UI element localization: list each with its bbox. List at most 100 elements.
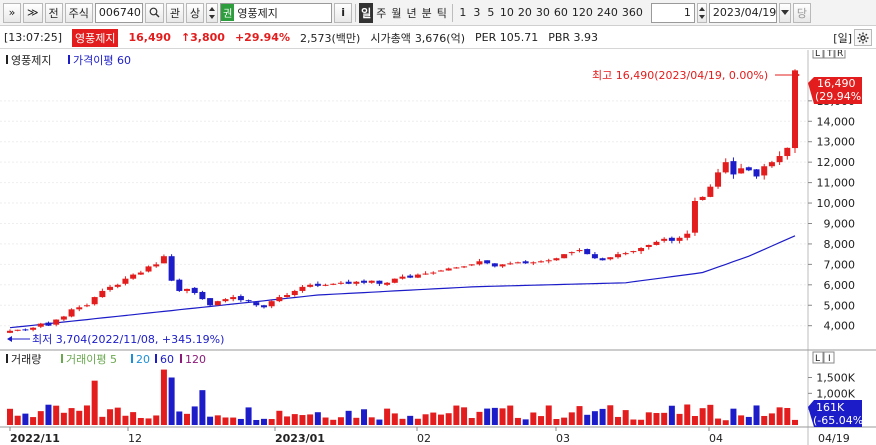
period-tab-5[interactable]: 틱 <box>435 3 449 23</box>
volume-bar <box>22 413 29 425</box>
jeon-button[interactable]: 전 <box>44 2 63 23</box>
volume-bar <box>614 416 621 425</box>
candle-body <box>607 257 614 260</box>
candle-body <box>384 282 391 285</box>
sang-button[interactable]: 상 <box>186 2 205 23</box>
volume-bar <box>353 417 360 425</box>
volume-bar <box>792 419 798 425</box>
period-tab-0[interactable]: 일 <box>359 2 374 23</box>
candle-body <box>445 268 452 271</box>
settings-button[interactable] <box>854 29 872 46</box>
candle-body <box>330 283 337 285</box>
candle-body <box>276 297 283 302</box>
candle-body <box>53 319 60 325</box>
market-select[interactable]: 주식 <box>64 2 93 23</box>
interval-0[interactable]: 1 <box>456 3 470 23</box>
interval-3[interactable]: 10 <box>498 3 516 23</box>
interval-4[interactable]: 20 <box>516 3 534 23</box>
nav-menu-button[interactable]: ≫ <box>23 2 43 23</box>
volume-bar <box>83 405 90 425</box>
volume-bar <box>684 404 691 425</box>
volume-bar <box>514 417 521 425</box>
date-input[interactable]: 2023/04/19 <box>708 2 777 23</box>
toolbar-divider <box>451 3 453 22</box>
volume-bar <box>314 412 321 425</box>
count-input[interactable]: 1 <box>650 2 695 23</box>
candle-body <box>153 264 160 267</box>
candle-body <box>491 263 498 267</box>
period-tab-3[interactable]: 년 <box>405 3 419 23</box>
volume-tick-label: 1,500K <box>816 372 855 385</box>
volume-bar <box>391 413 398 425</box>
candle-body <box>14 329 21 331</box>
info-button[interactable]: i <box>334 2 353 23</box>
interval-7[interactable]: 120 <box>570 3 595 23</box>
dang-button[interactable]: 당 <box>792 2 812 23</box>
volume-bar <box>568 412 575 425</box>
volume-ltr-buttons[interactable]: L I <box>812 351 835 364</box>
candle-body <box>776 156 783 163</box>
volume-bar <box>476 411 483 425</box>
price-ltr-buttons[interactable]: L T R <box>812 50 846 59</box>
toolbar: » ≫ 전 주식 006740 관 상 권 영풍제지 i 일주월년분틱 1351… <box>0 0 876 26</box>
volume-bar <box>168 377 175 425</box>
stock-chart[interactable]: 4,000 5,000 6,000 7,000 8,000 9,000 10,000 11,0… <box>0 50 876 445</box>
volume-bar <box>553 419 560 425</box>
volume-bar <box>68 408 75 425</box>
interval-5[interactable]: 30 <box>534 3 552 23</box>
period-tab-1[interactable]: 주 <box>374 3 388 23</box>
candle-body <box>630 251 637 253</box>
gwan-button[interactable]: 관 <box>165 2 185 23</box>
period-tab-4[interactable]: 분 <box>420 3 434 23</box>
quote-market-cap-label: 시가총액 <box>370 31 411 45</box>
volume-bar <box>715 418 722 425</box>
volume-bar <box>207 416 214 425</box>
volume-bar <box>330 419 337 425</box>
volume-bar <box>430 412 437 425</box>
volume-bar <box>176 411 183 425</box>
quote-bar-controls: [일] <box>833 29 872 46</box>
interval-2[interactable]: 5 <box>484 3 498 23</box>
volume-bar <box>376 419 383 425</box>
quote-bar: [13:07:25] 영풍제지 16,490 ↑3,800 +29.94% 2,… <box>0 27 876 49</box>
interval-1[interactable]: 3 <box>470 3 484 23</box>
date-dropdown-button[interactable] <box>778 2 791 23</box>
count-spin-button[interactable] <box>696 2 707 23</box>
volume-bar <box>661 412 668 425</box>
candle-body <box>553 258 560 261</box>
updown-arrow-icon <box>209 6 216 19</box>
candle-body <box>538 261 545 263</box>
legend-vol-ma60: 60 <box>160 353 174 366</box>
last-price-pct: (29.94%) <box>815 90 866 103</box>
stock-name-field[interactable]: 권 영풍제지 <box>220 2 333 23</box>
candle-body <box>337 282 344 284</box>
interval-8[interactable]: 240 <box>595 3 620 23</box>
candle-body <box>684 233 691 238</box>
volume-bar <box>538 416 545 425</box>
legend-ma60: 가격이평 60 <box>73 54 131 67</box>
volume-bar <box>784 407 791 425</box>
volume-bar <box>630 419 637 425</box>
volume-bar <box>361 409 368 425</box>
candle-body <box>299 286 306 291</box>
volume-bar <box>53 405 60 425</box>
volume-bar <box>722 420 729 425</box>
volume-bar <box>645 412 652 425</box>
candle-body <box>730 161 737 175</box>
interval-6[interactable]: 60 <box>552 3 570 23</box>
candle-body <box>45 322 52 326</box>
nav-prev-button[interactable]: » <box>3 2 21 23</box>
spin-updown-button[interactable] <box>206 2 219 23</box>
volume-bar <box>37 411 44 425</box>
period-tab-2[interactable]: 월 <box>389 3 403 23</box>
legend-vol-ma20: 20 <box>136 353 150 366</box>
volume-bar <box>738 415 745 425</box>
chevron-down-icon <box>780 9 789 15</box>
stock-code-input[interactable]: 006740 <box>94 2 143 23</box>
interval-9[interactable]: 360 <box>620 3 645 23</box>
quote-per: PER 105.71 <box>475 31 539 44</box>
search-button[interactable] <box>144 2 164 23</box>
candle-body <box>430 272 437 274</box>
period-indicator[interactable]: [일] <box>833 29 852 46</box>
candle-body <box>307 284 314 287</box>
